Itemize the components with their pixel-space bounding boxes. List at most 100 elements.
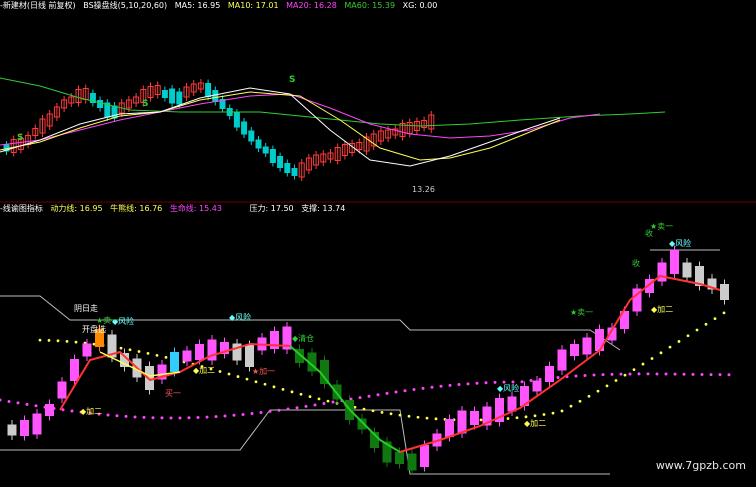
bull-bear-dot — [38, 338, 42, 342]
candle-body — [241, 121, 248, 135]
life-line-dot — [34, 404, 38, 408]
bull-bear-dot — [578, 399, 582, 403]
indicator-bar — [657, 262, 667, 282]
life-line-dot — [295, 406, 299, 410]
bull-bear-dot — [371, 409, 375, 413]
life-line-dot — [430, 385, 434, 389]
bull-bear-dot — [425, 416, 429, 420]
bull-bear-dot — [434, 417, 438, 421]
life-line-dot — [205, 415, 209, 419]
indicator-bar — [7, 424, 17, 436]
indicator-bar — [445, 419, 454, 437]
candle-body — [269, 149, 276, 163]
bull-bear-dot — [245, 377, 249, 381]
life-line-dot — [61, 408, 65, 412]
label-shou-2: 收 — [632, 258, 640, 268]
price-chart-canvas[interactable]: 13.26 S S S 阴日走 开盘选 ◆风险 ◆风险 ◆风险 ◆风险 ◆加二 … — [0, 0, 756, 487]
indicator-bar — [82, 343, 92, 357]
bull-bear-dot — [281, 387, 285, 391]
life-line-dot — [529, 378, 533, 382]
life-line-dot — [223, 414, 227, 418]
life-line-dot — [124, 414, 128, 418]
bull-bear-dot — [533, 414, 537, 418]
label-open-start: 开盘选 — [82, 324, 106, 334]
power-line-green — [289, 345, 401, 453]
label-sun-stairs: 阴日走 — [74, 304, 98, 313]
bull-bear-dot — [380, 410, 384, 414]
life-line-dot — [268, 409, 272, 413]
bull-bear-dot — [398, 413, 402, 417]
life-line-dot — [646, 372, 650, 376]
bull-bear-dot — [164, 356, 168, 359]
life-line-dot — [601, 373, 605, 377]
candle-body — [169, 88, 176, 104]
bull-bear-dot — [677, 340, 681, 343]
life-line-dot — [0, 398, 2, 402]
indicator-bar — [57, 381, 67, 399]
bull-bear-dot — [92, 342, 96, 346]
life-line-dot — [178, 416, 182, 420]
bull-bear-dot — [353, 405, 357, 409]
life-line-dot — [214, 415, 218, 419]
bull-bear-dot — [704, 322, 708, 326]
bull-bear-dot — [605, 384, 609, 388]
bull-bear-dot — [272, 385, 276, 389]
bull-bear-dot — [326, 399, 330, 403]
bull-bear-dot — [362, 407, 366, 411]
indicator-bar — [395, 452, 404, 464]
label-sell-one-2: ★卖一 — [96, 316, 119, 325]
life-line-dot — [115, 414, 119, 418]
life-line-dot — [25, 402, 29, 406]
bull-bear-dot — [713, 317, 717, 320]
bull-bear-dot — [695, 328, 699, 332]
candle-body — [262, 146, 269, 154]
bull-bear-dot — [290, 390, 294, 394]
life-line-dot — [259, 411, 263, 415]
bull-bear-dot — [65, 339, 69, 343]
life-line-dot — [313, 403, 317, 407]
life-line-dot — [727, 373, 731, 377]
bull-bear-dot — [596, 389, 600, 393]
life-line-dot — [250, 412, 254, 416]
label-sell-one-1: ★卖一 — [570, 308, 593, 317]
life-line-dot — [475, 381, 479, 385]
indicator-bar — [420, 445, 429, 467]
label-shou-1: 收 — [645, 228, 653, 238]
indicator-bar — [457, 410, 467, 434]
indicator-bar — [670, 250, 679, 274]
bull-bear-dot — [614, 379, 618, 382]
life-line-dot — [457, 383, 461, 387]
label-add-two-1: ◆加二 — [80, 406, 102, 416]
indicator-bar — [470, 411, 479, 425]
candle-body — [248, 130, 255, 142]
life-line-dot — [133, 415, 137, 419]
bull-bear-dot — [389, 412, 393, 416]
indicator-bar — [70, 359, 79, 381]
bull-bear-dot — [317, 397, 321, 401]
bull-bear-dot — [146, 351, 150, 355]
label-risk-2: ◆风险 — [229, 312, 251, 322]
bull-bear-dot — [416, 415, 420, 419]
bull-bear-dot — [218, 370, 222, 373]
bull-bear-dot — [479, 418, 483, 422]
support-line — [0, 409, 610, 475]
indicator-bar — [20, 420, 29, 436]
life-line-dot — [286, 407, 290, 411]
ma10-line — [0, 91, 561, 161]
life-line-dot — [583, 373, 587, 377]
bull-bear-dot — [119, 346, 123, 350]
label-add-two-2: ◆加二 — [193, 365, 215, 375]
life-line-dot — [331, 400, 335, 404]
life-line-dot — [403, 389, 407, 393]
life-line-dot — [232, 413, 236, 417]
candle-body — [277, 156, 284, 168]
life-line-dot — [484, 381, 488, 385]
life-line-dot — [709, 373, 713, 377]
label-add-two-3: ◆加二 — [651, 304, 673, 314]
life-line-dot — [448, 383, 452, 387]
life-line-dot — [376, 393, 380, 397]
bull-bear-dot — [551, 411, 555, 415]
indicator-bar — [582, 337, 592, 355]
candle-body — [176, 91, 183, 105]
indicator-bar — [682, 262, 692, 278]
